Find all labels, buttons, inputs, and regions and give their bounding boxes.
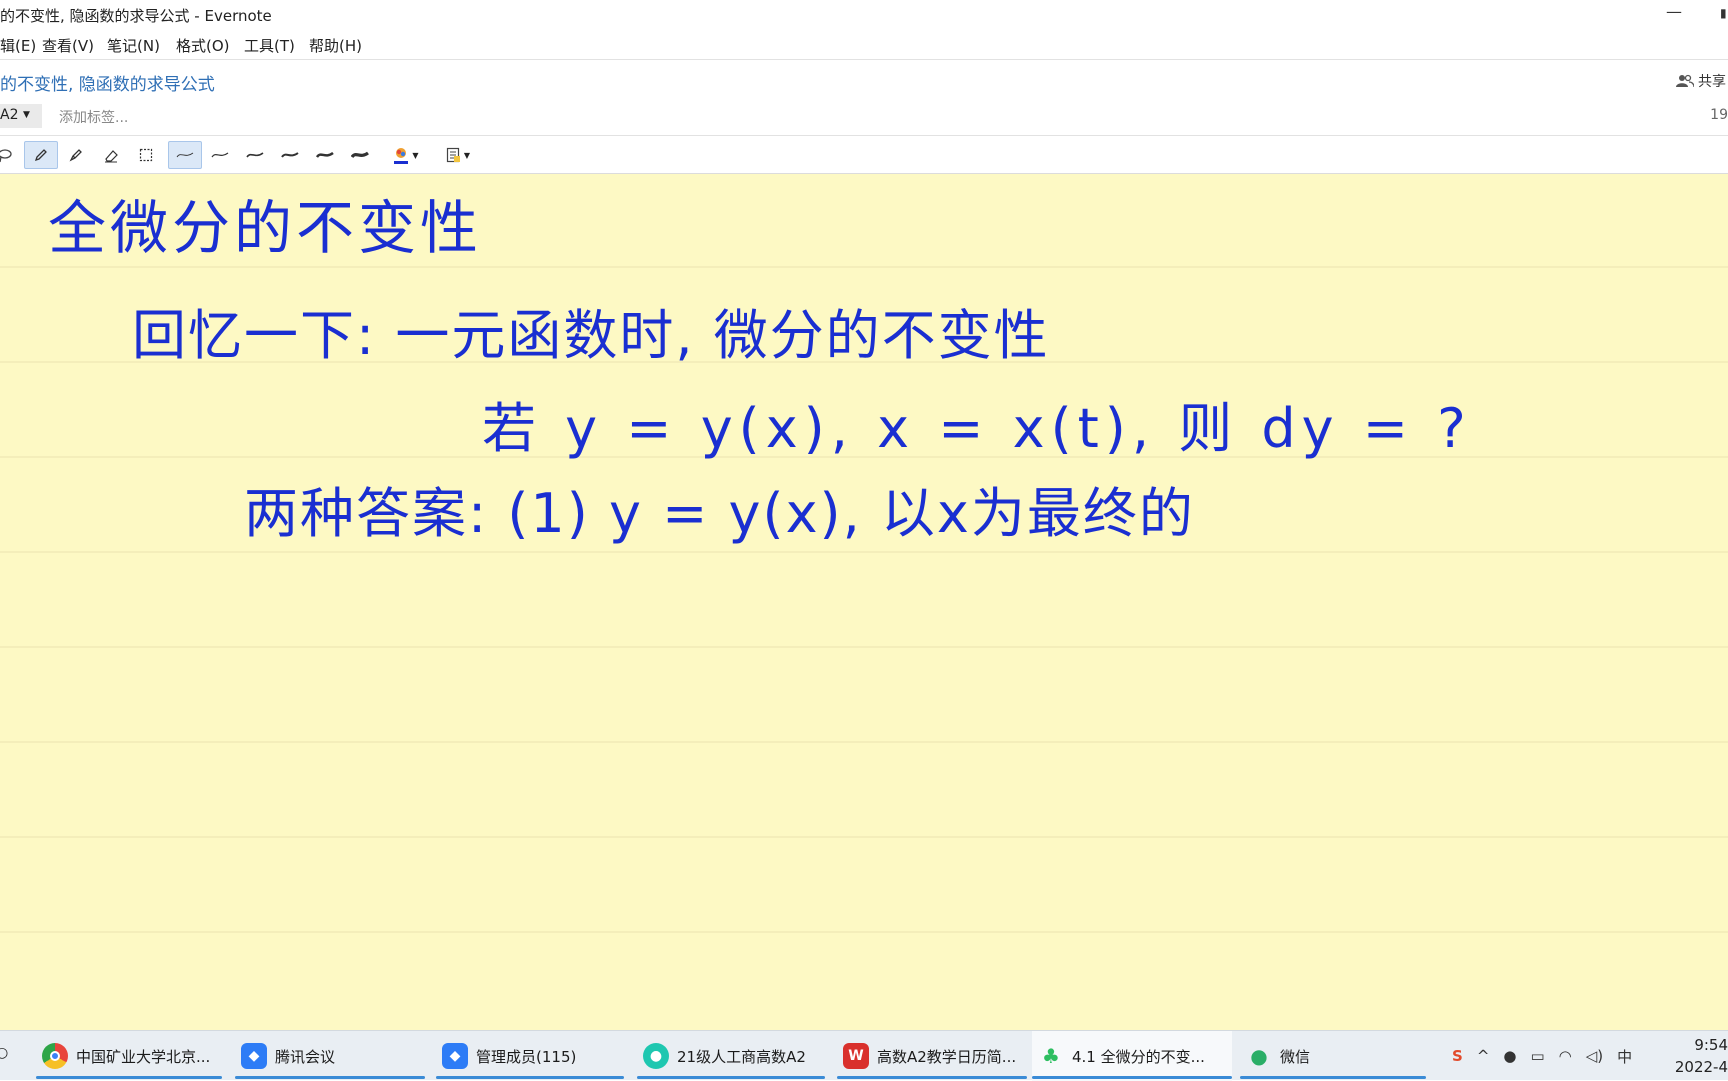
battery-icon[interactable]: ▭ xyxy=(1530,1047,1544,1065)
ink-drawing: 全微分的不变性 回忆一下: 一元函数时, 微分的不变性 若 y = y(x), … xyxy=(0,194,1728,933)
divider xyxy=(0,135,1728,136)
chevron-down-icon: ▼ xyxy=(463,150,471,160)
taskbar-item-label: 中国矿业大学北京... xyxy=(76,1047,211,1066)
note-counter: 19 xyxy=(1710,107,1728,123)
window-titlebar: 的不变性, 隐函数的求导公式 - Evernote — ▮ xyxy=(0,0,1728,30)
notebook-selector[interactable]: A2 ▼ xyxy=(0,104,42,128)
sogou-ime-icon[interactable]: S xyxy=(1452,1047,1463,1065)
running-indicator xyxy=(837,1076,1027,1079)
taskbar-item-tencent-meeting[interactable]: ◆ 腾讯会议 xyxy=(235,1031,425,1081)
running-indicator xyxy=(235,1076,425,1079)
note-title[interactable]: 的不变性, 隐函数的求导公式 xyxy=(0,70,215,95)
color-swatch-icon xyxy=(394,148,409,164)
share-label: 共享 xyxy=(1698,74,1726,90)
window-control-button[interactable]: ▮ xyxy=(1720,6,1727,20)
taskbar-item-class[interactable]: ● 21级人工商高数A2 xyxy=(637,1031,825,1081)
clock[interactable]: 9:54 2022-4 xyxy=(1675,1034,1728,1078)
stroke-medium-2-button[interactable] xyxy=(273,141,307,169)
clock-time: 9:54 xyxy=(1694,1036,1728,1054)
wechat-icon: ● xyxy=(1250,1044,1268,1068)
search-icon[interactable]: ○ xyxy=(0,1045,8,1061)
wps-icon: W xyxy=(843,1043,869,1069)
menu-format[interactable]: 格式(O) xyxy=(176,35,230,56)
taskbar-item-label: 腾讯会议 xyxy=(275,1047,336,1066)
running-indicator xyxy=(637,1076,825,1079)
menu-note[interactable]: 笔记(N) xyxy=(107,35,160,56)
active-indicator xyxy=(1032,1076,1232,1079)
running-indicator xyxy=(1240,1076,1426,1079)
menu-view[interactable]: 查看(V) xyxy=(42,35,94,56)
taskbar-item-label: 高数A2教学日历简... xyxy=(877,1047,1017,1066)
menu-tools[interactable]: 工具(T) xyxy=(244,35,295,56)
menu-edit[interactable]: 辑(E) xyxy=(0,35,36,56)
tencent-meeting-icon: ◆ xyxy=(241,1043,267,1069)
stroke-thin-button[interactable] xyxy=(168,141,202,169)
chevron-down-icon: ▼ xyxy=(22,110,30,120)
menu-help[interactable]: 帮助(H) xyxy=(309,35,362,56)
taskbar-item-label: 21级人工商高数A2 xyxy=(677,1047,806,1066)
ink-toolbar: ▼ ▼ xyxy=(0,137,1728,173)
handwriting-line: 若 y = y(x), x = x(t), 则 dy = ? xyxy=(482,397,1472,460)
tag-input[interactable]: 添加标签... xyxy=(59,107,128,127)
divider xyxy=(0,59,1728,60)
volume-icon[interactable]: ◁) xyxy=(1586,1047,1603,1065)
wifi-icon[interactable]: ◠ xyxy=(1559,1047,1572,1065)
taskbar: ○ 中国矿业大学北京... ◆ 腾讯会议 ◆ 管理成员(115) ● 21级人工… xyxy=(0,1030,1728,1081)
eraser-icon[interactable] xyxy=(94,141,128,169)
taskbar-item-evernote[interactable]: ♣ 4.1 全微分的不变... xyxy=(1032,1031,1232,1081)
taskbar-item-wechat[interactable]: ● 微信 xyxy=(1240,1031,1426,1081)
bulb-icon: ● xyxy=(643,1043,669,1069)
clock-date: 2022-4 xyxy=(1674,1058,1728,1076)
chevron-up-icon[interactable]: ^ xyxy=(1477,1047,1490,1065)
share-button[interactable]: 共享 xyxy=(1676,71,1726,91)
taskbar-item-wps[interactable]: W 高数A2教学日历简... xyxy=(837,1031,1027,1081)
ime-indicator[interactable]: 中 xyxy=(1617,1046,1632,1067)
lasso-icon[interactable] xyxy=(0,141,22,169)
tencent-meeting-icon: ◆ xyxy=(442,1043,468,1069)
stroke-thickest-button[interactable] xyxy=(343,141,377,169)
chrome-icon xyxy=(42,1043,68,1069)
chevron-down-icon: ▼ xyxy=(412,150,419,160)
share-people-icon xyxy=(1676,74,1694,88)
taskbar-item-label: 4.1 全微分的不变... xyxy=(1072,1047,1205,1066)
menu-bar: 辑(E) 查看(V) 笔记(N) 格式(O) 工具(T) 帮助(H) xyxy=(0,32,1728,58)
running-indicator xyxy=(36,1076,222,1079)
highlighter-icon[interactable] xyxy=(59,141,93,169)
paper-style-button[interactable]: ▼ xyxy=(438,141,478,169)
stroke-medium-button[interactable] xyxy=(238,141,272,169)
qq-icon[interactable]: ● xyxy=(1503,1047,1516,1065)
taskbar-item-manage-members[interactable]: ◆ 管理成员(115) xyxy=(436,1031,624,1081)
handwriting-line: 全微分的不变性 xyxy=(48,194,482,262)
tag-row: A2 ▼ 添加标签... 19 xyxy=(0,104,1728,128)
handwriting-line: 回忆一下: 一元函数时, 微分的不变性 xyxy=(132,304,1050,367)
window-title: 的不变性, 隐函数的求导公式 - Evernote xyxy=(0,7,272,25)
ink-note-canvas[interactable]: 全微分的不变性 回忆一下: 一元函数时, 微分的不变性 若 y = y(x), … xyxy=(0,174,1728,1030)
paper-icon xyxy=(446,147,460,163)
stroke-thin-2-button[interactable] xyxy=(203,141,237,169)
notebook-label: A2 xyxy=(0,107,19,123)
handwriting-line: 两种答案: (1) y = y(x), 以x为最终的 xyxy=(244,482,1195,545)
system-tray: S ^ ● ▭ ◠ ◁) 中 xyxy=(1452,1031,1632,1081)
evernote-icon: ♣ xyxy=(1042,1044,1060,1068)
ink-color-picker[interactable]: ▼ xyxy=(386,141,426,169)
taskbar-item-label: 微信 xyxy=(1280,1047,1311,1066)
taskbar-item-label: 管理成员(115) xyxy=(476,1047,577,1066)
selection-icon[interactable] xyxy=(129,141,163,169)
pen-icon[interactable] xyxy=(24,141,58,169)
stroke-thick-button[interactable] xyxy=(308,141,342,169)
minimize-button[interactable]: — xyxy=(1666,2,1682,21)
taskbar-item-chrome[interactable]: 中国矿业大学北京... xyxy=(36,1031,222,1081)
running-indicator xyxy=(436,1076,624,1079)
